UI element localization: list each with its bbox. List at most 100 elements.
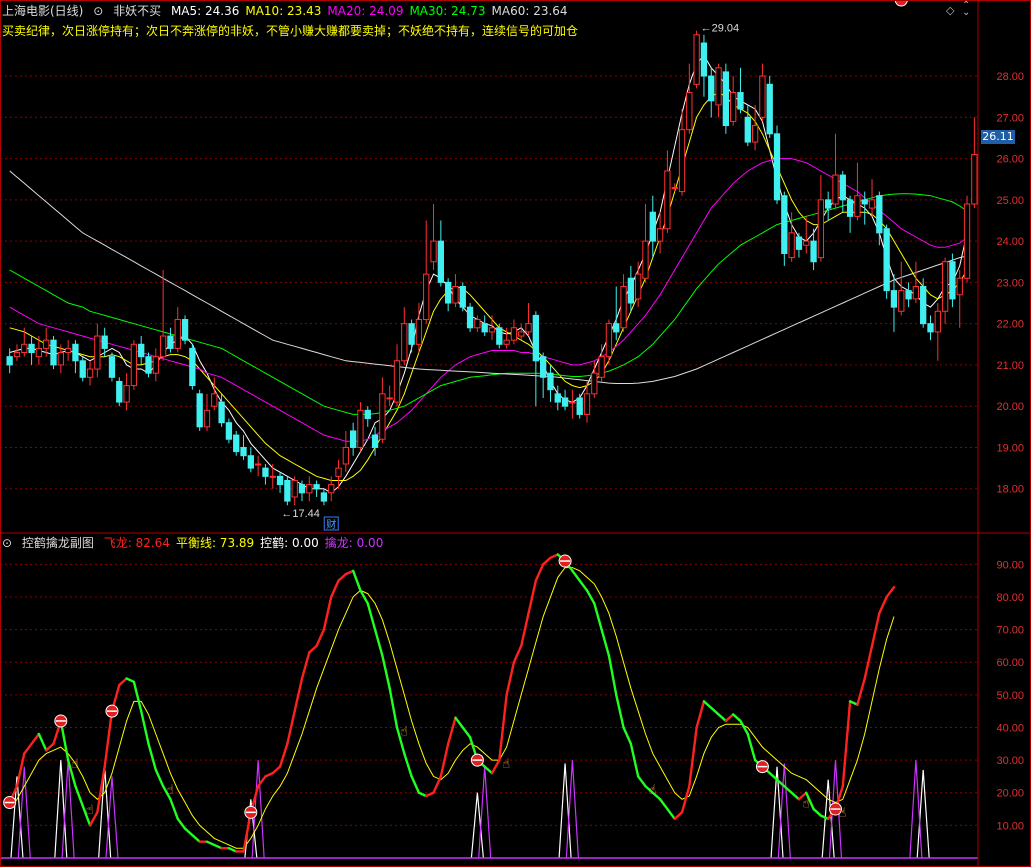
candle-body-11: [86, 368, 94, 378]
flydragon-seg-80: [585, 589, 596, 605]
candle-body-46: [342, 446, 349, 465]
candle-body-24: [181, 319, 189, 341]
candle-body-55: [408, 323, 415, 345]
candle-body-12: [94, 335, 101, 370]
flydragon-seg-36: [264, 771, 274, 778]
candle-body-52: [386, 397, 393, 400]
flydragon-seg-100: [731, 713, 742, 723]
flydragon-seg-10: [74, 785, 84, 807]
candle-body-32: [240, 446, 247, 457]
candle-body-44: [328, 484, 335, 494]
low-price-label: ←17.44: [281, 508, 320, 520]
stock-chart-canvas[interactable]: 18.00 19.00 20.00 21.00 22.00 23.00 24.00 25.00…: [0, 0, 1031, 867]
flydragon-seg-38: [278, 742, 289, 768]
candle-body-68: [503, 339, 510, 345]
flydragon-seg-102: [746, 732, 757, 762]
flydragon-seg-98: [717, 713, 728, 723]
flydragon-seg-6: [44, 742, 55, 752]
sub-tick-4: 50.00: [996, 690, 1024, 702]
main-menu-label[interactable]: 非妖不买: [113, 4, 161, 18]
candle-body-105: [773, 133, 781, 201]
candle-body-51: [379, 393, 386, 440]
candle-body-26: [196, 393, 203, 428]
candle-body-83: [613, 323, 620, 333]
last-price-tag: 26.11: [981, 130, 1015, 144]
flydragon-seg-112: [819, 814, 830, 821]
candle-body-73: [540, 356, 547, 378]
candle-body-25: [189, 347, 196, 387]
candle-body-2: [21, 343, 28, 354]
candle-body-131: [963, 203, 971, 279]
candle-body-110: [810, 240, 817, 263]
candle-body-65: [481, 323, 488, 333]
sub-value-label-1: 平衡线: 73.89: [175, 536, 255, 550]
flydragon-seg-41: [300, 651, 311, 680]
pointing-hand-icon-6: ☝: [802, 796, 810, 811]
candle-body-48: [357, 409, 364, 448]
candle-body-85: [627, 277, 635, 304]
candle-body-34: [254, 463, 262, 466]
ma-label-4: MA60: 23.64: [491, 4, 568, 18]
candle-body-76: [561, 397, 569, 407]
candle-body-15: [116, 380, 123, 403]
candle-body-56: [415, 319, 423, 345]
candle-body-99: [730, 92, 737, 122]
flydragon-seg-92: [673, 811, 684, 821]
candle-body-66: [488, 327, 496, 333]
candle-body-22: [167, 335, 174, 349]
sub-values: 飞龙: 82.64 平衡线: 73.89 控鹤: 0.00 擒龙: 0.00: [104, 536, 390, 550]
candle-body-67: [496, 327, 503, 345]
candle-body-19: [145, 356, 152, 374]
sub-grid: [0, 563, 978, 826]
flydragon-seg-42: [308, 644, 318, 654]
flydragon-seg-28: [205, 840, 216, 847]
chart-frame: [0, 0, 1031, 867]
sub-value-label-0: 飞龙: 82.64: [103, 536, 170, 550]
flydragon-seg-37: [271, 765, 282, 775]
candle-body-77: [569, 401, 576, 404]
flydragon-seg-85: [622, 726, 633, 745]
diamond-control-icon[interactable]: ◇: [946, 4, 954, 17]
candle-body-20: [152, 356, 159, 374]
candle-body-14: [108, 356, 116, 378]
signal-text: 买卖纪律，次日涨停持有；次日不奔涨停的非妖，不管小赚大赚都要卖掉；不妖绝不持有，…: [2, 24, 579, 38]
candle-body-103: [759, 75, 766, 118]
candle-body-102: [751, 125, 759, 143]
flydragon-seg-121: [885, 585, 896, 599]
flydragon-seg-56: [410, 775, 421, 794]
flydragon-seg-24: [176, 817, 187, 830]
sub-indicator-title: 控鹤擒龙副图: [21, 536, 94, 550]
candle-body-60: [444, 281, 452, 304]
flydragon-seg-108: [790, 791, 801, 801]
flydragon-seg-69: [505, 661, 516, 697]
pointing-hand-icon-3: ☝: [400, 724, 408, 739]
flydragon-seg-4: [30, 732, 41, 745]
candle-body-54: [401, 323, 408, 362]
candle-body-97: [715, 67, 722, 106]
flydragon-seg-26: [191, 833, 201, 843]
candle-body-41: [306, 484, 313, 494]
updown-control-icon[interactable]: ⌃ ⌄: [962, 1, 970, 18]
cai-badge: 财: [326, 518, 336, 531]
outer-border: [0, 0, 1031, 867]
candle-body-31: [233, 434, 240, 453]
candle-body-21: [159, 335, 167, 358]
candle-body-74: [547, 372, 554, 391]
high-price-label: ←29.04: [701, 23, 740, 35]
candle-body-16: [123, 385, 130, 403]
candle-body-122: [898, 290, 905, 312]
main-tick-2: 20.00: [996, 401, 1024, 413]
main-menu-icon[interactable]: ⊙: [93, 4, 103, 18]
candle-body-69: [510, 327, 518, 341]
sub-tick-2: 30.00: [996, 755, 1024, 767]
sub-menu-icon[interactable]: ⊙: [2, 536, 12, 550]
candle-body-50: [371, 434, 379, 448]
candle-body-94: [693, 34, 700, 85]
ma-label-3: MA30: 24.73: [409, 4, 486, 18]
candle-body-59: [437, 240, 444, 283]
candle-body-33: [247, 455, 254, 469]
main-indicator-title: 上海电影(日线): [2, 4, 84, 18]
candle-body-38: [284, 479, 291, 502]
candle-body-106: [781, 195, 788, 254]
candle-body-127: [934, 310, 941, 333]
